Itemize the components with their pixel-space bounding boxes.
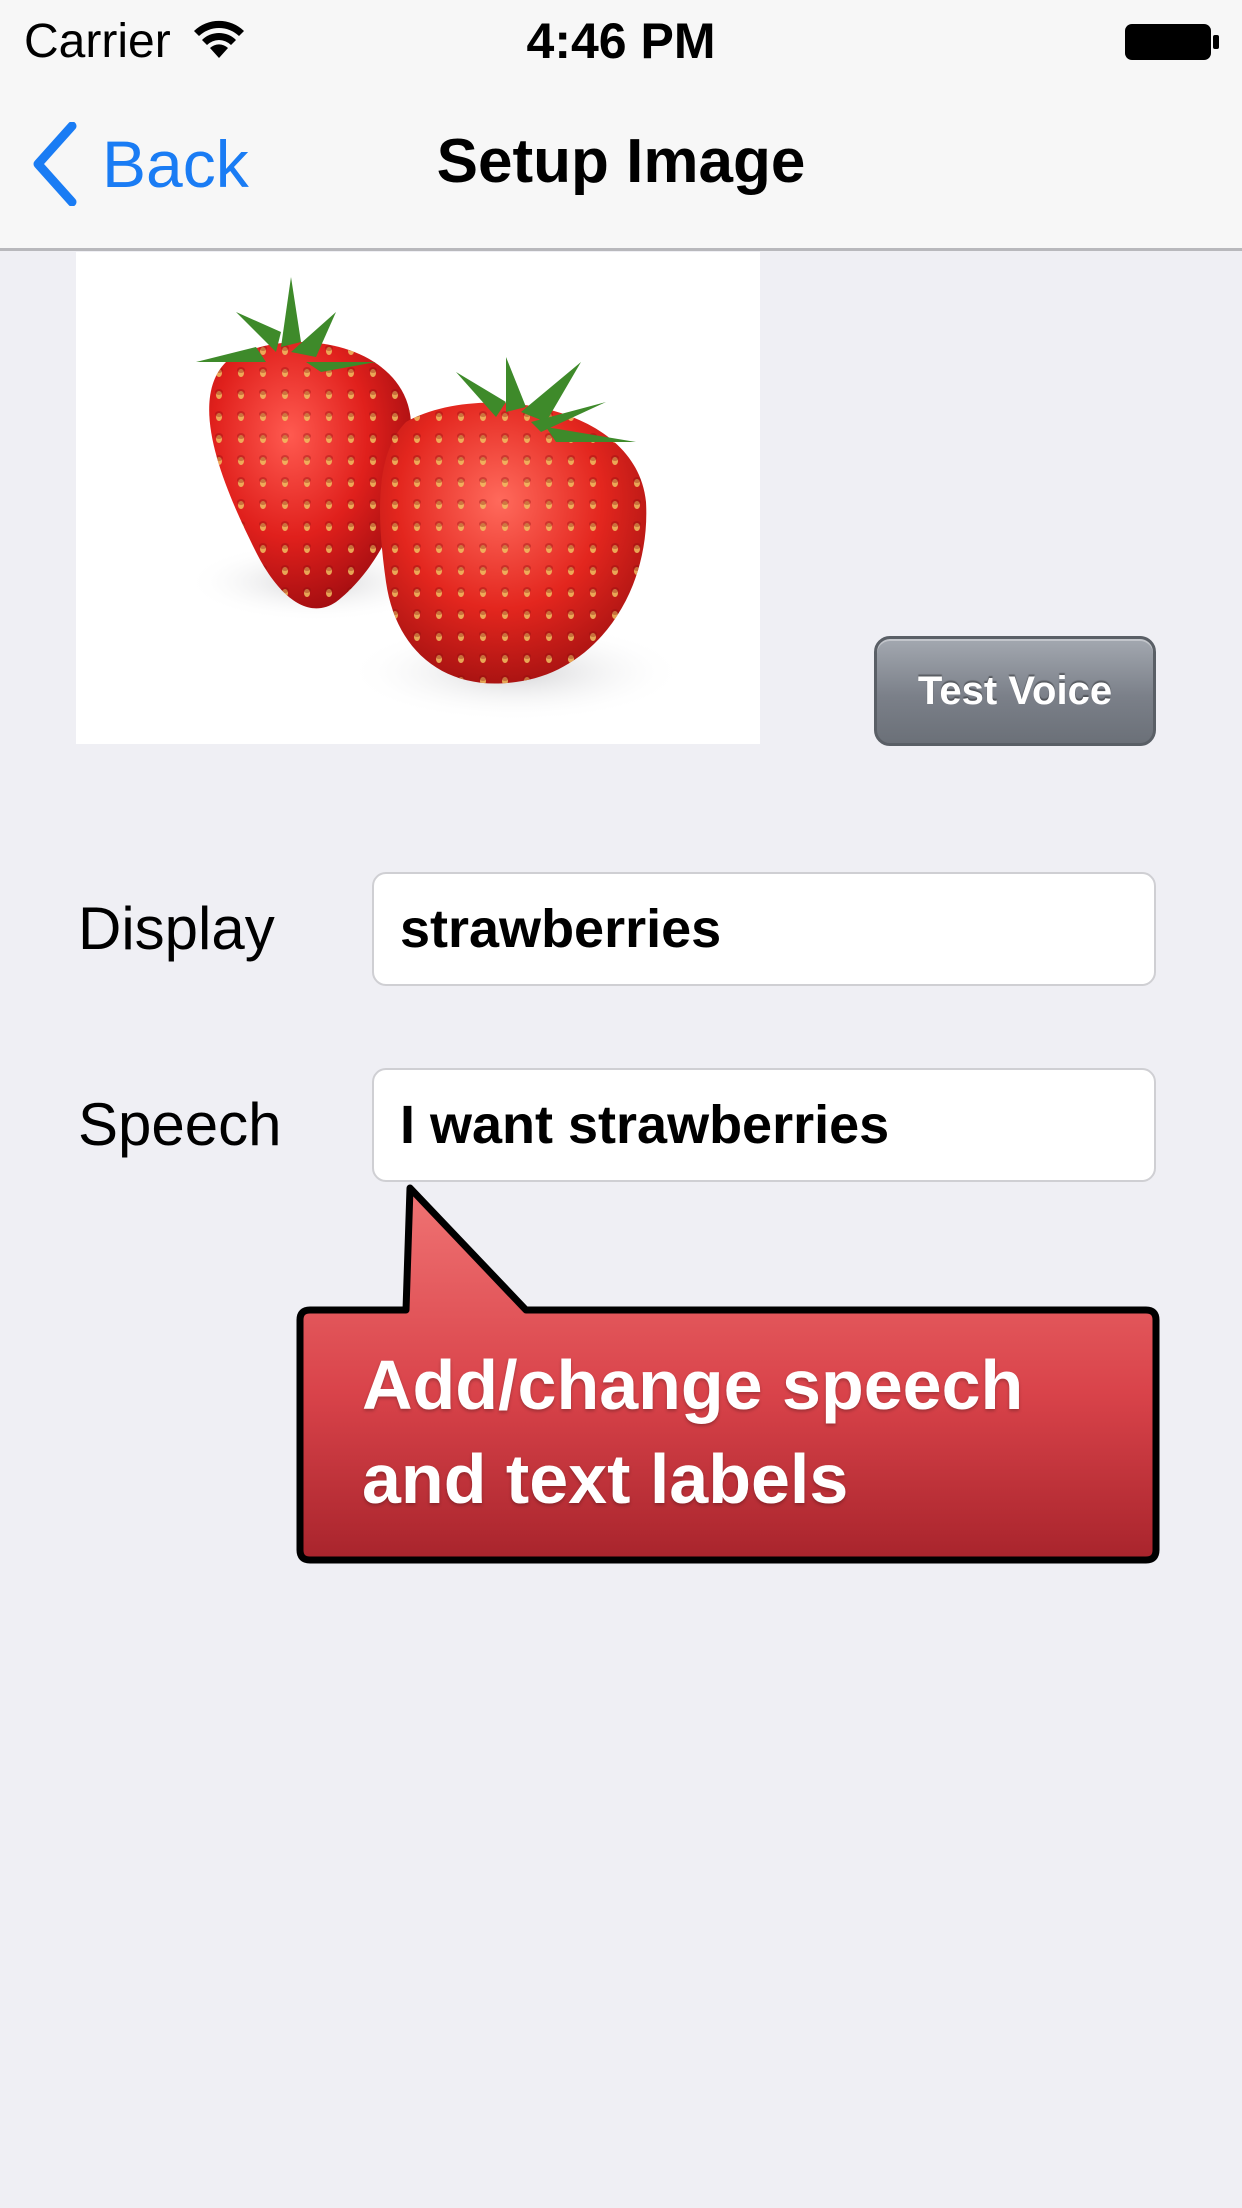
status-time: 4:46 PM (526, 13, 716, 69)
callout-line-2: and text labels (362, 1440, 849, 1518)
test-voice-button[interactable]: Test Voice (874, 636, 1156, 746)
battery-icon (1125, 24, 1219, 60)
page-title: Setup Image (436, 127, 806, 196)
speech-field[interactable] (372, 1068, 1156, 1182)
callout-line-1: Add/change speech (362, 1346, 1024, 1424)
display-field[interactable] (372, 872, 1156, 986)
display-label: Display (78, 895, 275, 962)
speech-label: Speech (78, 1091, 282, 1158)
strawberries-image[interactable] (76, 252, 760, 744)
navigation-bar: Back Setup Image (0, 84, 1242, 251)
callout-text: Add/change speech and text labels (362, 1338, 1122, 1526)
strawberries-illustration (186, 277, 686, 722)
status-bar: Carrier 4:46 PM (0, 0, 1242, 84)
